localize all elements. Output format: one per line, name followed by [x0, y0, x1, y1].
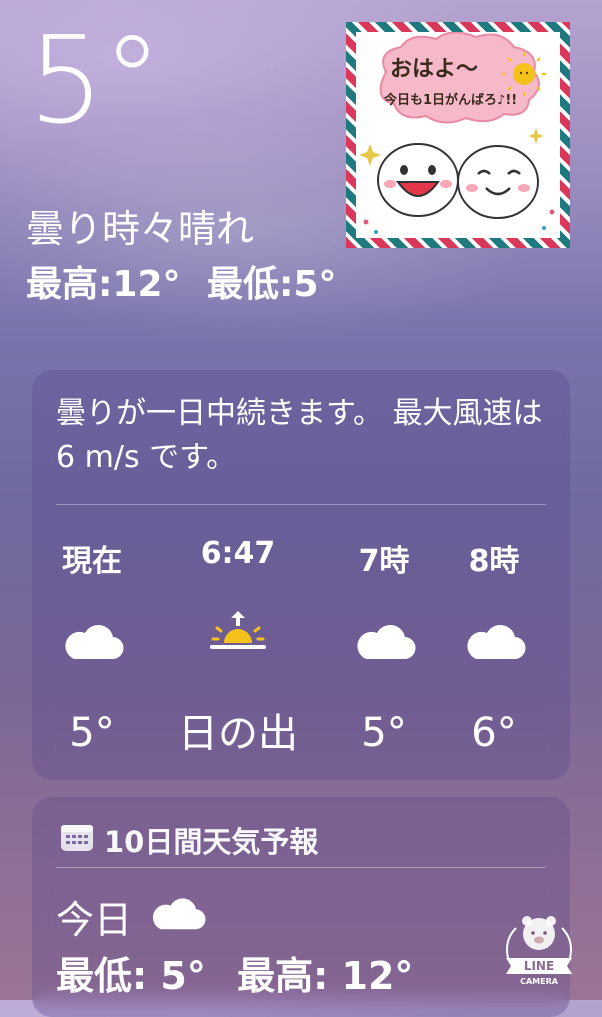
hour-item-sunrise[interactable]: 6:47 日の出 [178, 536, 298, 759]
hour-temp: 5° [69, 710, 115, 756]
calendar-icon [60, 822, 94, 859]
current-condition: 曇り時々晴れ [26, 207, 255, 251]
hour-temp: 5° [361, 710, 407, 756]
cloud-icon [148, 893, 206, 940]
forecast-summary: 曇りが一日中続きます。 最大風速は 6 m/s です。 [56, 396, 543, 475]
current-hi-lo: 最高:12° 最低:5° [26, 255, 351, 307]
sunrise-icon [178, 601, 298, 661]
sticker-text-1: おはよ〜 [390, 57, 478, 82]
today-high: 最高: 12° [237, 954, 414, 998]
current-high: 最高:12° [26, 264, 181, 305]
hour-time: 6:47 [200, 536, 276, 571]
today-low: 最低: 5° [56, 954, 206, 998]
current-temperature: 5° [28, 12, 162, 151]
sticker-text-2: 今日も1日がんばろ♪!! [383, 92, 517, 108]
today-hi-lo: 最低: 5° 最高: 12° [56, 945, 431, 1000]
hour-item-now[interactable]: 現在 5° [32, 536, 152, 756]
watermark-sub: CAMERA [520, 977, 559, 986]
current-low: 最低:5° [207, 264, 337, 305]
sticker-canvas: おはよ〜 今日も1日がんばろ♪!! [356, 32, 560, 238]
hour-item-8[interactable]: 8時 6° [434, 536, 554, 756]
sticker-illustration: おはよ〜 今日も1日がんばろ♪!! [359, 32, 555, 234]
today-label: 今日 [56, 898, 133, 942]
hour-time: 7時 [358, 544, 410, 579]
hour-item-7[interactable]: 7時 5° [324, 536, 444, 756]
hour-time: 8時 [468, 544, 520, 579]
ten-day-forecast-card[interactable]: 10日間天気予報 今日 最低: 5° 最高: 12° [32, 797, 570, 1017]
greeting-sticker: おはよ〜 今日も1日がんばろ♪!! [346, 22, 570, 248]
cloud-icon [434, 610, 554, 670]
today-row[interactable]: 今日 [56, 889, 206, 944]
cloud-icon [32, 610, 152, 670]
hour-temp: 6° [471, 710, 517, 756]
card-divider [56, 504, 546, 505]
cloud-icon [324, 610, 444, 670]
hour-temp: 日の出 [178, 711, 298, 757]
ten-day-header: 10日間天気予報 [60, 819, 318, 861]
card-divider [56, 867, 546, 868]
hourly-forecast-card[interactable]: 曇りが一日中続きます。 最大風速は 6 m/s です。 現在 5° 6:47 日… [32, 370, 570, 780]
line-camera-watermark: LINE CAMERA [500, 908, 578, 988]
hour-time: 現在 [62, 544, 122, 579]
ten-day-title: 10日間天気予報 [104, 825, 319, 859]
watermark-brand: LINE [524, 959, 554, 973]
